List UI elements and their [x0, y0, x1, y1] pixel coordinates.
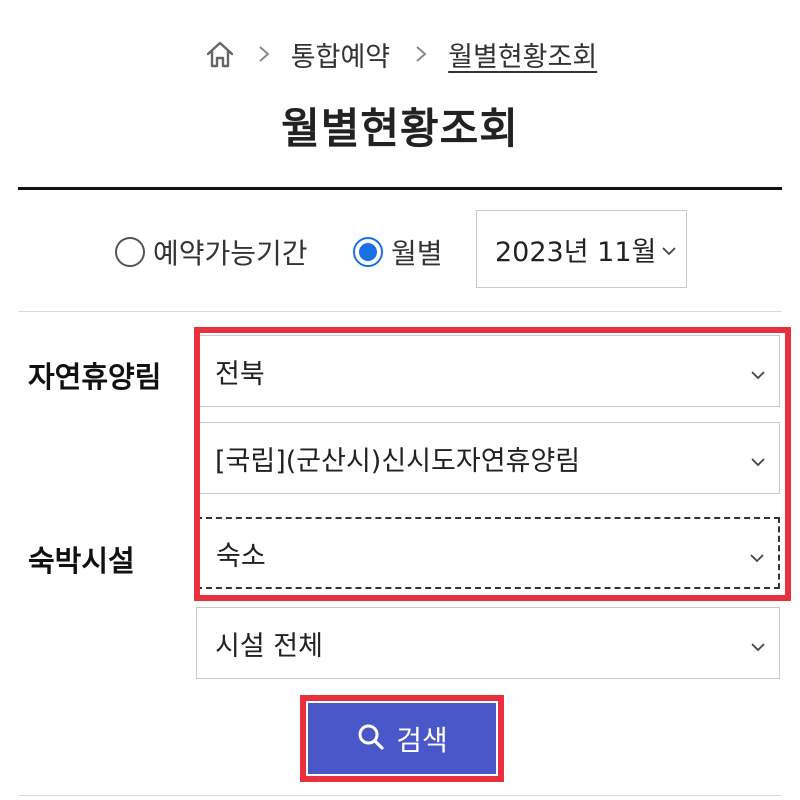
radio-circle-checked[interactable] [353, 237, 383, 267]
chevron-down-icon [751, 365, 765, 384]
chevron-down-icon [750, 548, 764, 567]
chevron-down-icon [751, 637, 765, 656]
chevron-down-icon [751, 452, 765, 471]
bottom-divider [18, 795, 782, 796]
lodging-type-select[interactable]: 숙소 [196, 517, 780, 589]
chevron-right-icon [412, 45, 430, 63]
radio-available-period[interactable]: 예약가능기간 [115, 232, 308, 272]
radio-monthly[interactable]: 월별 [353, 232, 443, 272]
chevron-right-icon [255, 45, 273, 63]
title-divider [18, 187, 782, 190]
radio-label: 월별 [391, 237, 443, 270]
radio-circle[interactable] [115, 237, 145, 267]
lodging-label: 숙박시설 [28, 544, 135, 578]
forest-label: 자연휴양림 [28, 360, 162, 394]
search-button[interactable]: 검색 [308, 703, 496, 774]
region-select-value: 전북 [215, 358, 265, 390]
facility-select[interactable]: 시설 전체 [196, 607, 780, 679]
chevron-down-icon [662, 241, 676, 260]
section-divider [18, 311, 782, 312]
breadcrumb-current[interactable]: 월별현황조회 [448, 35, 597, 74]
period-row: 예약가능기간 월별 2023년 11월 [0, 210, 800, 290]
search-button-label: 검색 [396, 724, 448, 756]
forest-select-value: [국립](군산시)신시도자연휴양림 [215, 445, 581, 477]
breadcrumb: 통합예약 월별현황조회 [0, 30, 800, 78]
forest-select[interactable]: [국립](군산시)신시도자연휴양림 [196, 422, 780, 494]
facility-select-value: 시설 전체 [215, 630, 323, 662]
region-select[interactable]: 전북 [196, 335, 780, 407]
page-title: 월별현황조회 [281, 104, 519, 153]
radio-label: 예약가능기간 [153, 237, 308, 270]
lodging-type-select-value: 숙소 [216, 540, 266, 572]
month-select[interactable]: 2023년 11월 [476, 210, 687, 288]
search-icon [356, 722, 386, 755]
month-select-value: 2023년 11월 [495, 236, 657, 268]
breadcrumb-item[interactable]: 통합예약 [291, 35, 390, 74]
home-icon[interactable] [203, 37, 237, 71]
